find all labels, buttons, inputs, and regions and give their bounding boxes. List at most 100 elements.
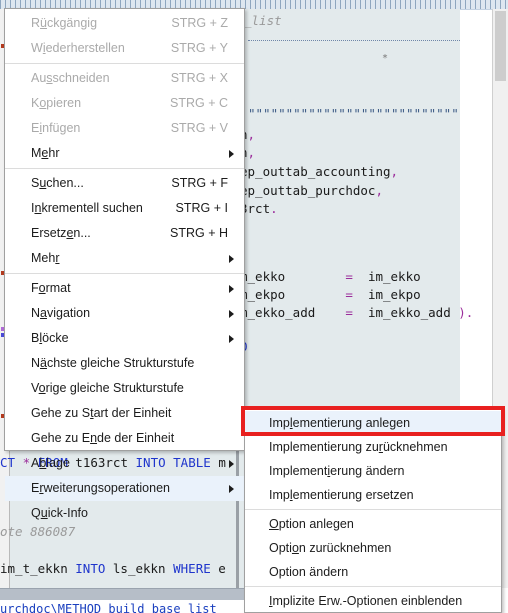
- menu-item-navigation[interactable]: Navigation: [5, 301, 244, 326]
- menu-item-bloecke[interactable]: Blöcke: [5, 326, 244, 351]
- submenu-item-impl-zuruecknehmen[interactable]: Implementierung zurücknehmen: [245, 435, 501, 459]
- menu-item-shortcut: STRG + X: [170, 71, 228, 85]
- submenu-item-impl-ersetzen[interactable]: Implementierung ersetzen: [245, 483, 501, 507]
- menu-separator: [5, 273, 244, 274]
- menu-item-erweiterungs[interactable]: Erweiterungsoperationen: [5, 476, 244, 501]
- menu-item-label: Implementierung zurücknehmen: [269, 440, 448, 454]
- chevron-right-icon: [229, 254, 234, 263]
- menu-item-redo: Wiederherstellen STRG + Y: [5, 36, 244, 61]
- menu-item-replace[interactable]: Ersetzen... STRG + H: [5, 221, 244, 246]
- menu-item-ablage[interactable]: Ablage: [5, 451, 244, 476]
- code-token: ,: [390, 164, 399, 179]
- menu-item-label: Einfügen: [31, 121, 81, 135]
- menu-item-label: Ersetzen...: [31, 226, 91, 240]
- menu-item-shortcut: STRG + H: [170, 226, 228, 240]
- menu-item-label: Mehr: [31, 251, 60, 265]
- code-comment-banner: """"""""""""""""""""""""""""""""""""""""…: [248, 106, 460, 121]
- menu-item-shortcut: STRG + C: [170, 96, 228, 110]
- submenu-item-impl-aendern[interactable]: Implementierung ändern: [245, 459, 501, 483]
- code-marker-icon: *: [382, 53, 389, 64]
- menu-item-more2[interactable]: Mehr: [5, 246, 244, 271]
- menu-item-label: Ausschneiden: [31, 71, 110, 85]
- menu-separator: [245, 586, 501, 587]
- code-line: m_ekko = im_ekko: [240, 269, 421, 284]
- menu-item-vorige[interactable]: Vorige gleiche Strukturstufe: [5, 376, 244, 401]
- menu-item-naechste[interactable]: Nächste gleiche Strukturstufe: [5, 351, 244, 376]
- menu-item-label: Implementierung ersetzen: [269, 488, 414, 502]
- menu-separator: [5, 168, 244, 169]
- code-token: =: [345, 305, 353, 320]
- code-token: =: [345, 287, 353, 302]
- code-token: ,: [375, 183, 383, 198]
- menu-item-undo: Rückgängig STRG + Z: [5, 11, 244, 36]
- code-token: e: [218, 561, 226, 576]
- menu-item-more1[interactable]: Mehr: [5, 141, 244, 166]
- menu-item-label: Nächste gleiche Strukturstufe: [31, 356, 195, 370]
- menu-item-label: Gehe zu Start der Einheit: [31, 406, 172, 420]
- menu-item-label: Rückgängig: [31, 16, 98, 30]
- menu-item-label: Inkrementell suchen: [31, 201, 143, 215]
- submenu-item-opt-aendern[interactable]: Option ändern: [245, 560, 501, 584]
- menu-item-label: Suchen...: [31, 176, 84, 190]
- chevron-right-icon: [229, 309, 234, 318]
- status-path-text: urchdoc\METHOD build_base_list: [0, 602, 217, 613]
- menu-item-find[interactable]: Suchen... STRG + F: [5, 171, 244, 196]
- menu-item-format[interactable]: Format: [5, 276, 244, 301]
- menu-item-gotoend[interactable]: Gehe zu Ende der Einheit: [5, 426, 244, 451]
- menu-item-label: Implizite Erw.-Optionen einblenden: [269, 594, 463, 608]
- menu-item-label: Wiederherstellen: [31, 41, 125, 55]
- code-token: ).: [458, 305, 474, 320]
- code-line: m_ekpo = im_ekpo: [240, 287, 421, 302]
- menu-item-label: Vorige gleiche Strukturstufe: [31, 381, 184, 395]
- menu-item-incfind[interactable]: Inkrementell suchen STRG + I: [5, 196, 244, 221]
- chevron-right-icon: [229, 459, 234, 468]
- code-token: .: [270, 201, 278, 216]
- menu-item-label: Option zurücknehmen: [269, 541, 392, 555]
- screen-root: * """"""""""""""""""""""""""""""""""""""…: [0, 0, 508, 613]
- code-line: ote 886087: [0, 524, 76, 539]
- chevron-right-icon: [229, 484, 234, 493]
- menu-item-label: Ablage: [31, 456, 70, 470]
- submenu-item-opt-zuruecknehmen[interactable]: Option zurücknehmen: [245, 536, 501, 560]
- scrollbar-thumb[interactable]: [495, 11, 506, 81]
- context-menu[interactable]: Rückgängig STRG + Z Wiederherstellen STRG +…: [4, 8, 245, 520]
- menu-item-label: Erweiterungsoperationen: [31, 481, 170, 495]
- context-submenu-erweiterungsoperationen[interactable]: Implementierung anlegen Implementierung z…: [244, 408, 502, 613]
- code-token: WHERE: [173, 561, 211, 576]
- menu-separator: [5, 63, 244, 64]
- code-line: _list: [244, 13, 282, 28]
- menu-item-label: Blöcke: [31, 331, 69, 345]
- menu-separator: [245, 509, 501, 510]
- menu-item-shortcut: STRG + Y: [170, 41, 228, 55]
- code-token: im_t_ekkn: [0, 561, 68, 576]
- menu-item-label: Gehe zu Ende der Einheit: [31, 431, 175, 445]
- menu-item-gotostart[interactable]: Gehe zu Start der Einheit: [5, 401, 244, 426]
- code-line: ep_outtab_purchdoc,: [240, 183, 383, 198]
- menu-item-label: Implementierung ändern: [269, 464, 405, 478]
- code-token: =: [345, 269, 353, 284]
- menu-item-label: Kopieren: [31, 96, 82, 110]
- code-token: ,: [247, 127, 256, 142]
- submenu-item-opt-anlegen[interactable]: Option anlegen: [245, 512, 501, 536]
- menu-item-paste: Einfügen STRG + V: [5, 116, 244, 141]
- menu-item-label: Navigation: [31, 306, 91, 320]
- menu-item-shortcut: STRG + Z: [171, 16, 228, 30]
- menu-item-cut: Ausschneiden STRG + X: [5, 66, 244, 91]
- code-line: im_t_ekkn INTO ls_ekkn WHERE e: [0, 562, 226, 576]
- chevron-right-icon: [229, 149, 234, 158]
- menu-item-label: Option anlegen: [269, 517, 354, 531]
- code-token: INTO: [75, 561, 106, 576]
- code-token: ,: [247, 145, 256, 160]
- chevron-right-icon: [229, 334, 234, 343]
- menu-item-shortcut: STRG + F: [171, 176, 228, 190]
- code-token: ls_ekkn: [112, 561, 166, 576]
- submenu-item-impl-anlegen[interactable]: Implementierung anlegen: [245, 411, 501, 435]
- submenu-item-impl-einblenden[interactable]: Implizite Erw.-Optionen einblenden: [245, 589, 501, 613]
- menu-item-label: Format: [31, 281, 71, 295]
- menu-item-shortcut: STRG + V: [170, 121, 228, 135]
- menu-item-label: Quick-Info: [31, 506, 88, 520]
- menu-item-quickinfo[interactable]: Quick-Info: [5, 501, 244, 526]
- menu-item-label: Mehr: [31, 146, 60, 160]
